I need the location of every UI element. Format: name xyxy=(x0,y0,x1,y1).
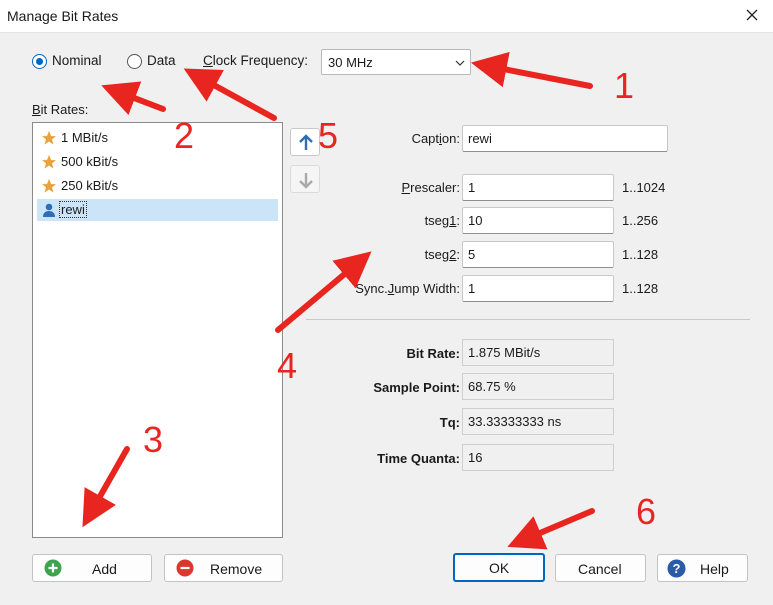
arrow-up-icon xyxy=(299,134,313,150)
arrow-down-icon xyxy=(299,173,313,189)
sync-jump-width-label-part: ump Width: xyxy=(394,281,460,296)
list-item-label: 250 kBit/s xyxy=(61,178,119,193)
bit-rate-label: Bit Rate: xyxy=(406,346,460,361)
chevron-down-icon xyxy=(455,56,465,66)
sync-jump-width-input[interactable]: 1 xyxy=(462,275,614,302)
clock-frequency-select[interactable]: 30 MHz xyxy=(321,49,471,75)
tseg1-value: 10 xyxy=(468,213,483,228)
clock-frequency-label-text: lock Frequency: xyxy=(212,53,309,68)
tseg1-input[interactable]: 10 xyxy=(462,207,614,234)
sync-jump-width-label: Sync.Jump Width: xyxy=(330,281,460,296)
star-icon xyxy=(41,178,57,194)
bit-rates-label: Bit Rates: xyxy=(32,102,88,117)
help-button[interactable]: ? Help xyxy=(657,554,748,582)
prescaler-mnemonic: P xyxy=(401,180,411,195)
star-icon xyxy=(41,130,57,146)
close-icon[interactable] xyxy=(741,4,763,26)
list-item-selected[interactable]: rewi xyxy=(37,199,278,221)
annotation-6: 6 xyxy=(636,491,657,532)
clock-frequency-value: 30 MHz xyxy=(328,55,373,70)
sample-point-output: 68.75 % xyxy=(462,373,614,400)
cancel-button-label: Cancel xyxy=(578,561,622,577)
tseg2-value: 5 xyxy=(468,247,476,262)
title-bar: Manage Bit Rates xyxy=(0,0,773,33)
ok-button-label: OK xyxy=(489,560,510,576)
separator xyxy=(306,319,750,320)
tseg2-label-part: tseg xyxy=(424,247,450,262)
caption-label-part: Capt xyxy=(411,131,440,146)
prescaler-input[interactable]: 1 xyxy=(462,174,614,201)
list-item-label: rewi xyxy=(59,201,87,218)
list-item[interactable]: 1 MBit/s xyxy=(37,127,278,149)
tq-output: 33.33333333 ns xyxy=(462,408,614,435)
help-icon: ? xyxy=(667,559,686,578)
tseg1-label: tseg1: xyxy=(370,213,460,228)
time-quanta-label: Time Quanta: xyxy=(377,451,460,466)
cancel-button[interactable]: Cancel xyxy=(555,554,646,582)
tseg1-label-part: tseg xyxy=(424,213,450,228)
list-item-label: 1 MBit/s xyxy=(61,130,108,145)
bit-rates-mnemonic: B xyxy=(32,102,41,117)
annotation-1: 1 xyxy=(614,65,635,106)
ok-button[interactable]: OK xyxy=(453,553,545,582)
tseg1-range: 1..256 xyxy=(622,213,659,228)
move-down-button[interactable] xyxy=(290,165,320,193)
add-icon xyxy=(44,559,62,577)
list-item[interactable]: 500 kBit/s xyxy=(37,151,278,173)
tseg2-label-part: : xyxy=(456,247,460,262)
move-up-button[interactable] xyxy=(290,128,320,156)
nominal-radio[interactable] xyxy=(32,54,47,69)
list-item[interactable]: 250 kBit/s xyxy=(37,175,278,197)
list-item-label: 500 kBit/s xyxy=(61,154,119,169)
caption-label: Caption: xyxy=(380,131,460,146)
tseg2-range: 1..128 xyxy=(622,247,659,262)
add-button-label: Add xyxy=(92,561,117,577)
sync-jump-width-label-part: Sync. xyxy=(355,281,388,296)
tseg2-input[interactable]: 5 xyxy=(462,241,614,268)
help-button-label: Help xyxy=(700,561,729,577)
sample-point-value: 68.75 % xyxy=(468,379,516,394)
caption-label-part: on: xyxy=(441,131,460,146)
tq-value: 33.33333333 ns xyxy=(468,414,562,429)
remove-button[interactable]: Remove xyxy=(164,554,283,582)
prescaler-range: 1..1024 xyxy=(622,180,666,195)
tseg2-label: tseg2: xyxy=(370,247,460,262)
prescaler-label-part: rescaler: xyxy=(410,180,460,195)
sample-point-label: Sample Point: xyxy=(373,380,460,395)
bit-rates-list[interactable]: 1 MBit/s 500 kBit/s 250 kBit/s rewi xyxy=(32,122,283,538)
caption-value: rewi xyxy=(468,131,492,146)
caption-input[interactable]: rewi xyxy=(462,125,668,152)
sync-jump-width-value: 1 xyxy=(468,281,476,296)
clock-frequency-mnemonic: C xyxy=(203,53,213,68)
window-title: Manage Bit Rates xyxy=(7,8,119,24)
prescaler-label: Prescaler: xyxy=(370,180,460,195)
bit-rate-value: 1.875 MBit/s xyxy=(468,345,541,360)
remove-button-label: Remove xyxy=(210,561,263,577)
annotation-2: 2 xyxy=(174,115,195,156)
tseg1-label-part: : xyxy=(456,213,460,228)
annotation-3: 3 xyxy=(143,419,164,460)
sync-jump-width-range: 1..128 xyxy=(622,281,659,296)
nominal-label[interactable]: Nominal xyxy=(52,53,102,68)
data-label[interactable]: Data xyxy=(147,53,176,68)
annotation-5: 5 xyxy=(318,115,339,156)
prescaler-value: 1 xyxy=(468,180,476,195)
user-icon xyxy=(41,202,57,218)
bit-rate-output: 1.875 MBit/s xyxy=(462,339,614,366)
star-icon xyxy=(41,154,57,170)
annotation-4: 4 xyxy=(277,345,298,386)
time-quanta-value: 16 xyxy=(468,450,483,465)
time-quanta-output: 16 xyxy=(462,444,614,471)
tq-label: Tq: xyxy=(439,415,460,430)
data-radio[interactable] xyxy=(127,54,142,69)
add-button[interactable]: Add xyxy=(32,554,152,582)
clock-frequency-label: Clock Frequency: xyxy=(203,53,308,68)
remove-icon xyxy=(176,559,194,577)
bit-rates-label-text: it Rates: xyxy=(40,102,89,117)
svg-text:?: ? xyxy=(673,561,681,576)
